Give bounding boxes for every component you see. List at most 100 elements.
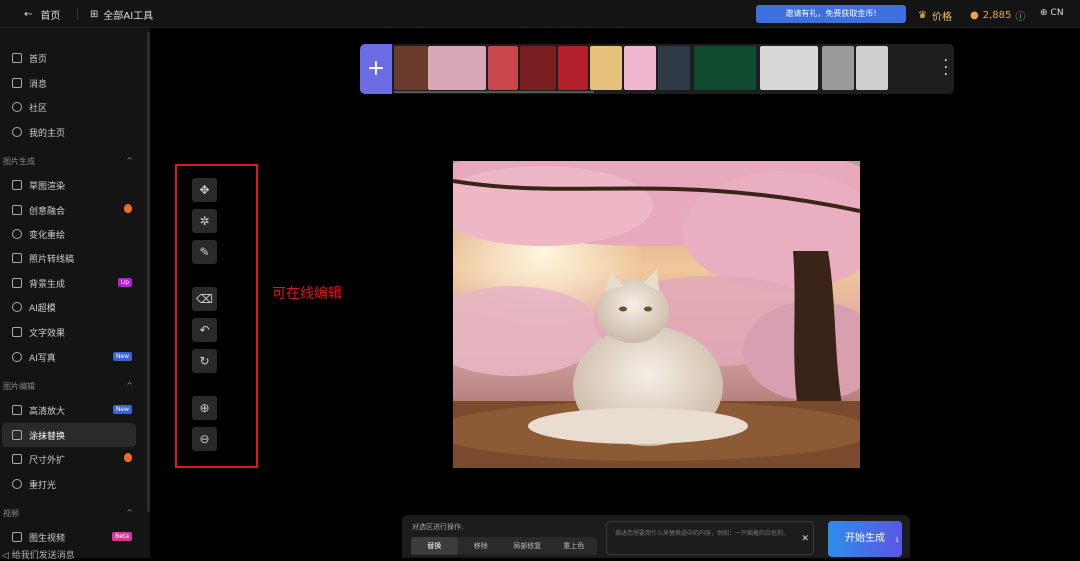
crop-icon: [12, 454, 22, 464]
home-icon: [12, 53, 22, 63]
sidebar-item-outpaint[interactable]: 尺寸外扩: [2, 447, 136, 471]
move-icon: ✥: [199, 183, 210, 197]
group-label: 图片生成: [3, 157, 35, 166]
all-tools-label: 全部AI工具: [103, 11, 154, 22]
history-thumbnail[interactable]: [760, 46, 818, 90]
group-label: 视频: [3, 509, 19, 518]
eraser-button[interactable]: ⌫: [192, 287, 217, 311]
sidebar-item-text-effect[interactable]: 文字效果: [2, 320, 136, 344]
text-icon: [12, 327, 22, 337]
price-link[interactable]: ♛ 价格: [918, 8, 952, 23]
operation-tab[interactable]: 替换: [411, 537, 458, 555]
feedback-label: 给我们发送消息: [11, 551, 75, 561]
sidebar-item-label: 背景生成: [29, 279, 66, 290]
operation-tab[interactable]: 局部修复: [504, 537, 551, 555]
beta-badge: Beta: [112, 532, 132, 541]
more-options-icon[interactable]: · · ·: [944, 54, 948, 82]
sidebar-item-label: 创意融合: [29, 206, 66, 217]
history-thumbnail[interactable]: [394, 46, 428, 90]
sidebar-item-variation[interactable]: 变化重绘: [2, 222, 136, 246]
language-selector[interactable]: ⊕ CN: [1040, 8, 1064, 18]
sidebar-item-creative-blend[interactable]: 创意融合: [2, 198, 136, 222]
sidebar-item-label: 涂抹替换: [29, 431, 66, 442]
info-icon[interactable]: ⓘ: [1015, 8, 1025, 23]
undo-button[interactable]: ↶: [192, 318, 217, 342]
sidebar-item-ai-portrait[interactable]: AI写真 New: [2, 345, 136, 369]
undo-icon: ↶: [199, 323, 210, 337]
sidebar-item-label: 社区: [29, 103, 48, 114]
operation-tab[interactable]: 重上色: [551, 537, 598, 555]
sidebar-item-relight[interactable]: 重打光: [2, 472, 136, 496]
chevron-up-icon: ^: [126, 381, 133, 390]
sidebar-item-image-to-video[interactable]: 图生视频 Beta: [2, 525, 136, 549]
sidebar-item-label: 重打光: [29, 480, 57, 491]
sidebar-item-label: 照片转线稿: [29, 254, 75, 265]
sidebar-item-label: 草图渲染: [29, 181, 66, 192]
operation-tabs: 替换 移除 局部修复 重上色: [411, 537, 597, 555]
photo-icon: [12, 253, 22, 263]
sidebar-item-background-gen[interactable]: 背景生成 Up: [2, 271, 136, 295]
all-tools-button[interactable]: ⊞ 全部AI工具: [90, 7, 153, 22]
redo-button[interactable]: ↻: [192, 349, 217, 373]
globe-icon: ⊕: [1040, 8, 1048, 18]
grid-icon: ⊞: [90, 9, 99, 20]
history-thumbnail[interactable]: [856, 46, 888, 90]
bulb-icon: [12, 479, 22, 489]
compass-icon: [12, 102, 22, 112]
zoom-in-button[interactable]: ⊕: [192, 396, 217, 420]
cat-cherry-blossom-image: [453, 161, 860, 468]
history-thumbnail[interactable]: [694, 46, 756, 90]
move-tool-button[interactable]: ✥: [192, 178, 217, 202]
history-thumbnail[interactable]: [520, 46, 556, 90]
brush-button[interactable]: ✎: [192, 240, 217, 264]
cost-badge: 1: [895, 537, 899, 544]
smart-select-button[interactable]: ✲: [192, 209, 217, 233]
sidebar-item-inpaint-replace[interactable]: 涂抹替换: [2, 423, 136, 447]
invite-button[interactable]: 邀请有礼，免费获取金币!: [756, 5, 906, 23]
operation-panel: 对选区进行操作: 替换 移除 局部修复 重上色 描述您想要用什么来替换选中的内容，例如…: [402, 515, 910, 558]
sidebar-item-photo-to-lineart[interactable]: 照片转线稿: [2, 246, 136, 270]
plus-icon: +: [366, 56, 386, 81]
sidebar-group-video[interactable]: 视频 ^: [3, 508, 133, 519]
sidebar-item-label: 文字效果: [29, 328, 66, 339]
add-image-button[interactable]: +: [360, 44, 392, 94]
eraser-icon: [12, 430, 22, 440]
panel-label: 对选区进行操作:: [412, 523, 464, 531]
history-thumbnail[interactable]: [558, 46, 588, 90]
coin-balance[interactable]: ● 2,885 ⓘ: [970, 8, 1025, 23]
sidebar-item-home[interactable]: 首页: [2, 46, 136, 70]
prompt-input[interactable]: 描述您想要用什么来替换选中的内容，例如：一只躺着的白色狗。 ✕: [606, 521, 814, 555]
feedback-link[interactable]: ◁ 给我们发送消息: [2, 548, 75, 561]
back-home-button[interactable]: ← 首页: [24, 7, 60, 22]
sidebar-item-label: 我的主页: [29, 128, 66, 139]
sidebar-item-ai-model[interactable]: AI超模: [2, 295, 136, 319]
sidebar-item-sketch-render[interactable]: 草图渲染: [2, 173, 136, 197]
history-thumbnail[interactable]: [624, 46, 656, 90]
sidebar-group-image-edit[interactable]: 图片编辑 ^: [3, 381, 133, 392]
history-thumbnail[interactable]: [590, 46, 622, 90]
chevron-up-icon: ^: [126, 508, 133, 517]
refresh-icon: [12, 229, 22, 239]
history-thumbnail[interactable]: [428, 46, 486, 90]
canvas-image[interactable]: [453, 161, 860, 468]
history-thumbnail[interactable]: [658, 46, 690, 90]
arrow-left-icon: ←: [24, 9, 33, 20]
strip-scrollbar[interactable]: [394, 91, 594, 93]
zoom-out-button[interactable]: ⊖: [192, 427, 217, 451]
history-thumbnail[interactable]: [488, 46, 518, 90]
generate-button[interactable]: 开始生成 1: [828, 521, 902, 557]
sidebar-group-image-gen[interactable]: 图片生成 ^: [3, 156, 133, 167]
clear-icon[interactable]: ✕: [801, 535, 809, 544]
operation-tab[interactable]: 移除: [458, 537, 505, 555]
zoom-out-icon: ⊖: [199, 432, 210, 446]
image-icon: [12, 278, 22, 288]
sidebar-item-messages[interactable]: 消息: [2, 71, 136, 95]
sidebar-scrollbar[interactable]: [147, 32, 150, 512]
brush-icon: ✎: [199, 245, 210, 259]
sidebar-item-hd-upscale[interactable]: 高清放大 New: [2, 398, 136, 422]
language-label: CN: [1050, 8, 1064, 18]
history-thumbnail[interactable]: [822, 46, 854, 90]
sidebar-item-community[interactable]: 社区: [2, 95, 136, 119]
sidebar-item-profile[interactable]: 我的主页: [2, 120, 136, 144]
eraser-icon: ⌫: [196, 292, 213, 306]
